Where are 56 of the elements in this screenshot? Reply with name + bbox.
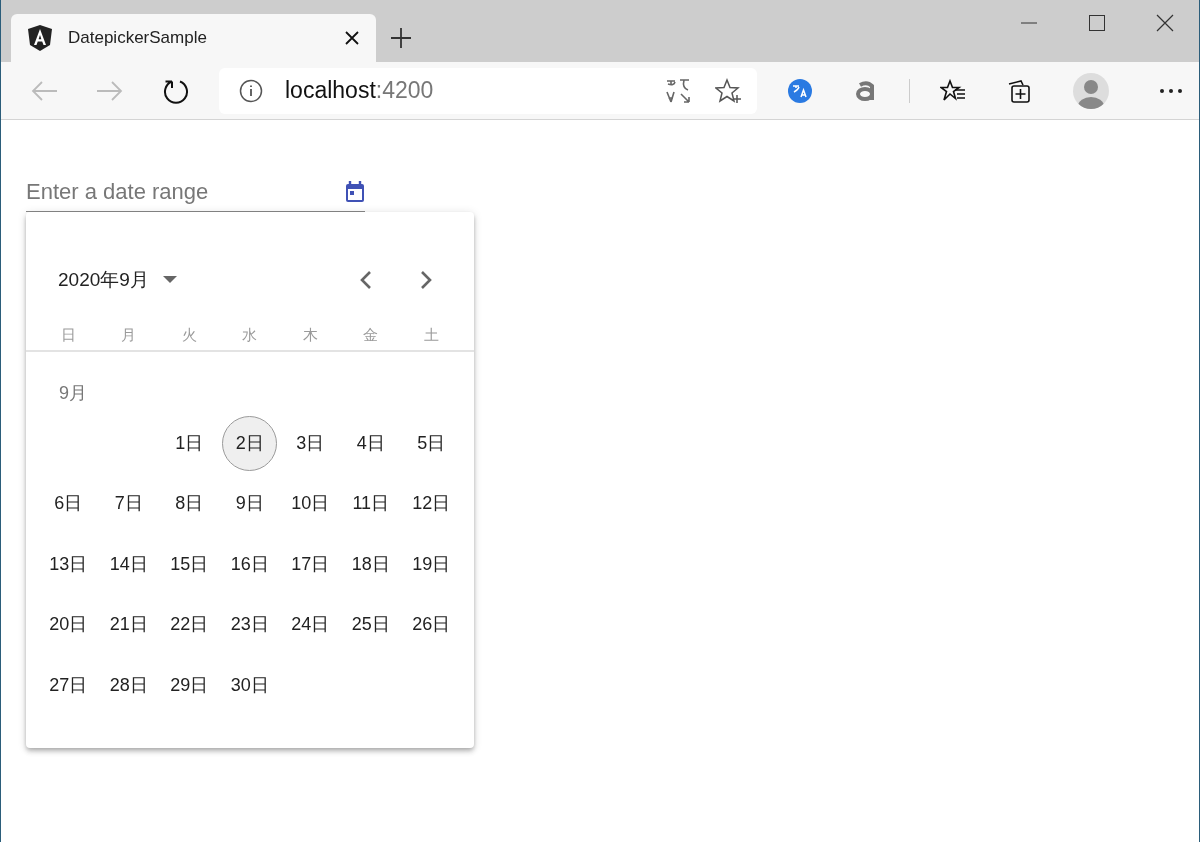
calendar-date[interactable]: 1日 xyxy=(161,415,217,471)
calendar-date[interactable]: 13日 xyxy=(40,536,96,592)
calendar-date[interactable]: 25日 xyxy=(343,597,399,653)
today-date[interactable]: 2日 xyxy=(222,415,278,471)
calendar-date[interactable]: 23日 xyxy=(222,597,278,653)
translate-icon[interactable] xyxy=(787,77,813,104)
calendar-date[interactable]: 10日 xyxy=(282,476,338,532)
calendar-date[interactable]: 8日 xyxy=(161,476,217,532)
calendar-date[interactable]: 22日 xyxy=(161,597,217,653)
calendar-date[interactable]: 3日 xyxy=(282,415,338,471)
weekday-label: 水 xyxy=(241,325,259,345)
calendar-date[interactable]: 27日 xyxy=(40,657,96,713)
calendar-date[interactable]: 21日 xyxy=(101,597,157,653)
profile-avatar[interactable] xyxy=(1073,72,1109,109)
more-menu-icon[interactable] xyxy=(1159,87,1183,94)
add-favorite-icon[interactable] xyxy=(715,77,743,104)
calendar-date[interactable]: 14日 xyxy=(101,536,157,592)
calendar-date[interactable]: 16日 xyxy=(222,536,278,592)
calendar-date[interactable]: 26日 xyxy=(403,597,459,653)
browser-tab[interactable]: DatepickerSample xyxy=(11,14,376,62)
tab-title: DatepickerSample xyxy=(68,27,208,50)
weekday-label: 火 xyxy=(180,325,198,345)
date-range-field[interactable]: Enter a date range xyxy=(26,175,326,208)
calendar-date[interactable]: 29日 xyxy=(161,657,217,713)
weekday-label: 日 xyxy=(59,325,77,345)
period-dropdown[interactable]: 2020年9月 xyxy=(50,260,185,301)
weekday-label: 月 xyxy=(120,325,138,345)
new-tab-icon[interactable] xyxy=(389,26,413,50)
calendar-date[interactable]: 12日 xyxy=(403,476,459,532)
calendar-date[interactable]: 4日 xyxy=(343,415,399,471)
translate-page-icon[interactable] xyxy=(665,77,691,104)
address-bar[interactable]: localhost:4200 xyxy=(219,67,757,114)
url-text: localhost:4200 xyxy=(285,76,435,106)
month-label: 9月 xyxy=(59,383,87,403)
calendar-date[interactable]: 28日 xyxy=(101,657,157,713)
caret-icon xyxy=(162,276,177,285)
weekday-label: 土 xyxy=(422,325,440,345)
calendar-date[interactable]: 9日 xyxy=(222,476,278,532)
favorites-icon[interactable] xyxy=(940,77,966,104)
calendar-date[interactable]: 11日 xyxy=(343,476,399,532)
calendar-date[interactable]: 17日 xyxy=(282,536,338,592)
calendar-date[interactable]: 15日 xyxy=(161,536,217,592)
calendar-icon[interactable] xyxy=(345,180,365,203)
calendar-date[interactable]: 18日 xyxy=(343,536,399,592)
weekday-label: 木 xyxy=(301,325,319,345)
calendar-date[interactable]: 30日 xyxy=(222,657,278,713)
calendar-date[interactable]: 7日 xyxy=(101,476,157,532)
collections-icon[interactable] xyxy=(1006,77,1032,104)
calendar-date[interactable]: 5日 xyxy=(403,415,459,471)
shield-logo-icon xyxy=(28,25,52,51)
weekday-label: 金 xyxy=(362,325,380,345)
calendar-date[interactable]: 6日 xyxy=(40,476,96,532)
calendar-date[interactable]: 20日 xyxy=(40,597,96,653)
calendar-date[interactable]: 24日 xyxy=(282,597,338,653)
calendar-date[interactable]: 19日 xyxy=(403,536,459,592)
info-icon xyxy=(239,78,263,103)
